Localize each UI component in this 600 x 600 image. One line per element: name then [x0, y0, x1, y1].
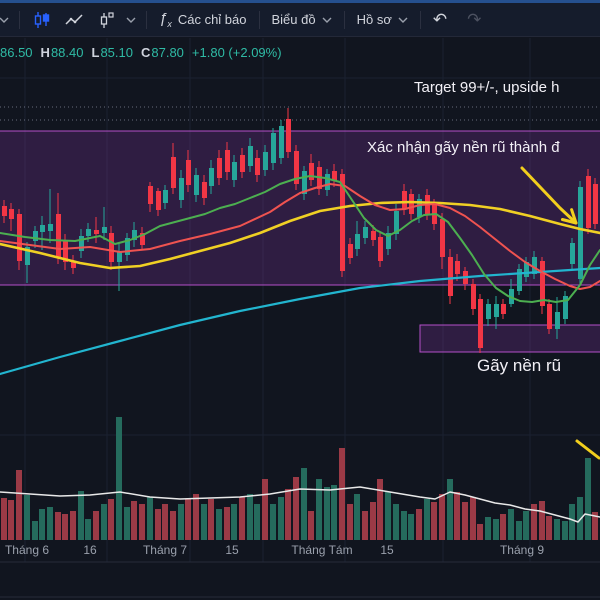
time-axis[interactable]: Tháng 6 16 Tháng 7 15 Tháng Tám 15 Tháng 9 [0, 543, 600, 562]
pane-borders [0, 561, 600, 598]
toolbar-divider [146, 10, 147, 29]
breakdown-box-region[interactable] [419, 324, 600, 353]
x-axis-label: Tháng Tám [291, 543, 353, 557]
redo-button[interactable]: ↷ [461, 6, 487, 34]
indicators-button[interactable]: ƒx Các chỉ báo [153, 6, 253, 34]
undo-icon: ↶ [432, 10, 448, 29]
trading-chart-app: ƒx Các chỉ báo Biểu đồ Hồ sơ ↶ ↷ 86.50 H… [0, 0, 600, 600]
candlestick-icon [34, 11, 50, 28]
profile-menu-button[interactable]: Hồ sơ [351, 6, 414, 34]
profile-menu-label: Hồ sơ [356, 12, 392, 27]
confirmation-annotation[interactable]: Xác nhận gãy nền rũ thành đ [367, 139, 600, 156]
high-label: H [40, 45, 50, 60]
chart-menu-button[interactable]: Biểu đồ [266, 6, 338, 34]
toolbar-divider [343, 10, 345, 29]
chevron-down-icon[interactable] [0, 17, 13, 23]
close-label: C [140, 45, 151, 60]
dotted-levels [0, 106, 600, 121]
toolbar-divider [258, 10, 260, 29]
volume-arrow[interactable] [575, 439, 600, 460]
chart-toolbar: ƒx Các chỉ báo Biểu đồ Hồ sơ ↶ ↷ [0, 3, 600, 37]
close-value: 87.80 [151, 45, 184, 60]
hollow-candle-icon [100, 11, 114, 28]
x-axis-label: 16 [83, 543, 97, 557]
toolbar-divider [19, 10, 20, 29]
chevron-down-icon [322, 17, 332, 23]
open-value: 86.50 [0, 45, 33, 60]
toolbar-divider [419, 10, 421, 29]
x-axis-label: 15 [225, 543, 239, 557]
change-value: +1.80 (+2.09%) [191, 45, 282, 60]
ohlc-row: 86.50 H 88.40 L 85.10 C 87.80 +1.80 (+2.09%… [0, 45, 282, 60]
x-axis-label: Tháng 7 [142, 543, 188, 557]
x-axis-label: Tháng 9 [499, 543, 545, 557]
hollow-candle-style-button[interactable] [90, 6, 122, 34]
target-annotation[interactable]: Target 99+/-, upside h [414, 79, 600, 96]
high-value: 88.40 [50, 45, 84, 60]
x-axis-label: Tháng 6 [4, 543, 50, 557]
chevron-down-icon[interactable] [122, 17, 140, 23]
line-style-button[interactable] [58, 6, 90, 34]
indicators-label: Các chỉ báo [177, 12, 247, 27]
chart-menu-label: Biểu đồ [271, 12, 316, 27]
low-label: L [91, 45, 100, 60]
breakdown-annotation[interactable]: Gãy nền rũ [477, 356, 561, 376]
candlestick-style-button[interactable] [26, 6, 58, 34]
line-chart-icon [65, 13, 83, 25]
chevron-down-icon [398, 17, 408, 23]
x-axis-label: 15 [380, 543, 394, 557]
redo-icon: ↷ [467, 10, 482, 29]
drawing-regions [0, 130, 600, 353]
fx-icon: ƒx [159, 10, 172, 29]
undo-button[interactable]: ↶ [427, 6, 453, 34]
low-value: 85.10 [100, 45, 133, 60]
